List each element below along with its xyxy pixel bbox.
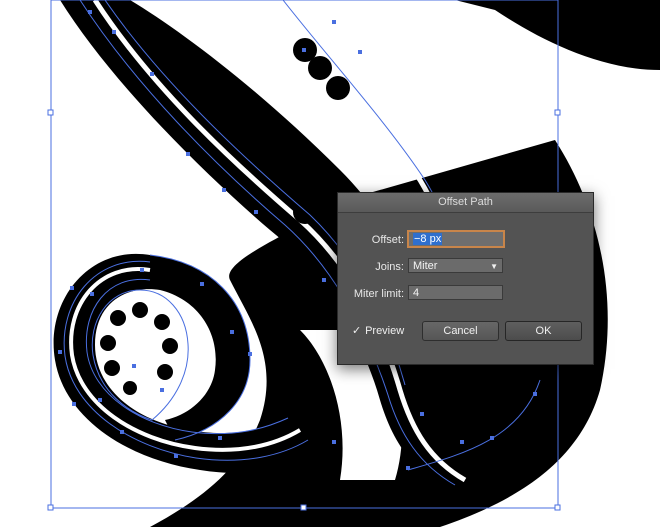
miter-limit-label: Miter limit: xyxy=(353,288,404,300)
miter-limit-value: 4 xyxy=(413,287,420,299)
offset-path-dialog: Offset Path Offset: −8 px Joins: Miter ▼… xyxy=(337,192,594,365)
joins-value: Miter xyxy=(413,260,438,272)
offset-input[interactable]: −8 px xyxy=(407,230,505,248)
ok-button[interactable]: OK xyxy=(505,321,582,341)
offset-value: −8 px xyxy=(413,233,443,245)
preview-label: Preview xyxy=(365,325,405,337)
cancel-button[interactable]: Cancel xyxy=(422,321,499,341)
joins-select[interactable]: Miter ▼ xyxy=(408,258,503,273)
offset-label: Offset: xyxy=(371,234,404,246)
miter-limit-input[interactable]: 4 xyxy=(408,285,503,300)
dialog-title: Offset Path xyxy=(338,193,593,213)
checkmark-icon: ✓ xyxy=(352,325,362,337)
chevron-down-icon: ▼ xyxy=(490,262,498,271)
preview-checkbox[interactable]: ✓ Preview xyxy=(352,324,404,337)
joins-label: Joins: xyxy=(375,261,404,273)
